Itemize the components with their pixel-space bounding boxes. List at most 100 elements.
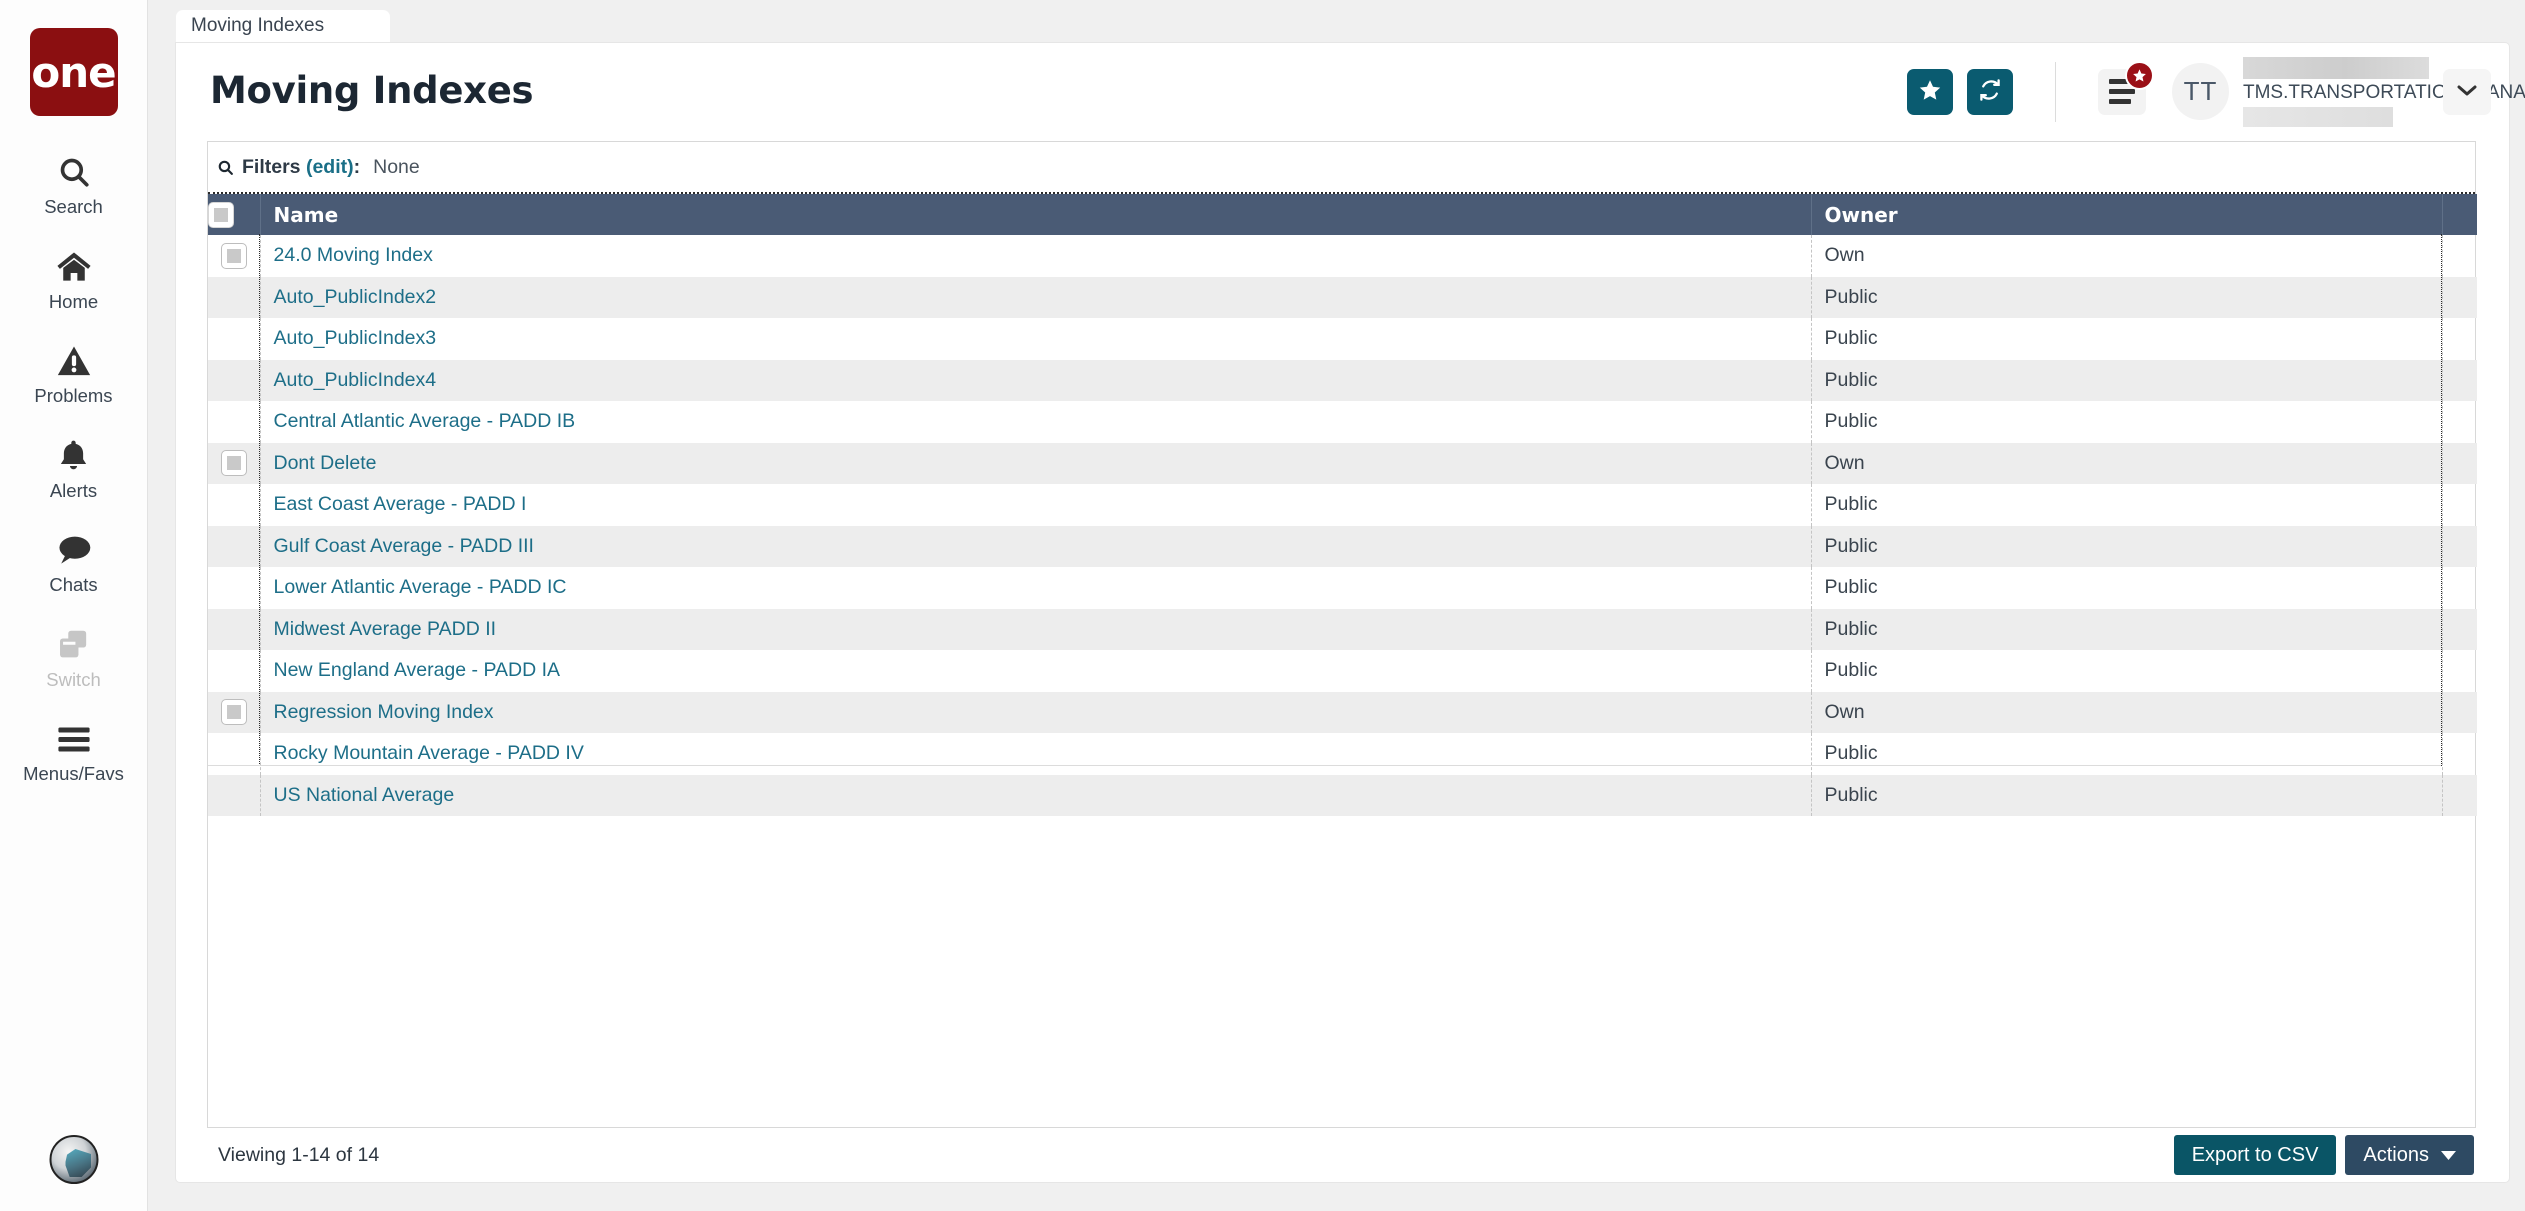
sidebar-item-problems[interactable]: Problems [0,325,147,420]
filters-colon: : [353,155,361,178]
tab-label: Moving Indexes [191,15,325,36]
table-row: US National Average Public [208,774,2477,816]
user-info-block: TMS.TRANSPORTATION_MANAGER [2243,56,2525,127]
refresh-button[interactable] [1967,68,2013,115]
search-icon [52,152,96,192]
index-link[interactable]: East Coast Average - PADD I [274,493,527,515]
cell-owner: Own [1811,235,2443,277]
sidebar-item-alerts[interactable]: Alerts [0,420,147,515]
index-link[interactable]: New England Average - PADD IA [274,659,561,681]
refresh-icon [1978,78,2002,105]
index-link[interactable]: Auto_PublicIndex2 [274,286,437,308]
table-row: Rocky Mountain Average - PADD IV Public [208,733,2477,775]
sidebar-item-home[interactable]: Home [0,231,147,326]
table-row: Gulf Coast Average - PADD III Public [208,525,2477,568]
sidebar-item-search[interactable]: Search [0,136,147,231]
select-all-checkbox[interactable] [208,201,234,228]
export-to-csv-label: Export to CSV [2191,1143,2319,1166]
cell-spacer [2442,526,2477,568]
favorite-button[interactable] [1907,68,1953,115]
index-link[interactable]: Midwest Average PADD II [274,618,497,640]
cell-owner: Public [1811,608,2443,650]
row-checkbox[interactable] [220,699,247,726]
header-divider [2055,61,2056,122]
pagination-summary: Viewing 1-14 of 14 [218,1143,380,1166]
column-header-owner[interactable]: Owner [1811,194,2443,235]
row-select-cell [208,650,261,692]
filters-value: None [373,155,420,178]
cell-owner: Public [1811,525,2443,567]
index-link[interactable]: US National Average [274,784,455,806]
left-nav-rail: one Search Home Problems Alerts Chats Sw… [0,0,148,1211]
user-menu-button[interactable] [2443,68,2491,115]
one-network-logo[interactable]: one [29,28,118,116]
rail-item-list: Search Home Problems Alerts Chats Switch… [0,136,147,798]
tab-moving-indexes[interactable]: Moving Indexes [176,10,390,44]
table-right-rule [2441,234,2442,766]
actions-label: Actions [2363,1143,2429,1166]
table-row: Lower Atlantic Average - PADD IC Public [208,567,2477,609]
cell-name: East Coast Average - PADD I [260,484,1812,526]
sidebar-item-label: Chats [49,574,98,595]
cell-name: Dont Delete [260,442,1812,484]
row-select-cell [208,235,261,277]
cell-spacer [2442,401,2477,443]
select-all-header [208,194,261,235]
index-link[interactable]: Regression Moving Index [274,701,494,723]
cell-spacer [2442,567,2477,609]
row-checkbox[interactable] [220,242,247,269]
table-body: 24.0 Moving Index Own Auto_PublicIndex2 Pub… [208,235,2477,816]
cell-spacer [2442,318,2477,360]
user-avatar-initials[interactable]: TT [2172,63,2229,120]
page-title: Moving Indexes [210,69,534,112]
sidebar-item-label: Menus/Favs [23,763,124,784]
sidebar-item-switch[interactable]: Switch [0,609,147,704]
index-link[interactable]: Central Atlantic Average - PADD IB [274,410,576,432]
index-link[interactable]: Gulf Coast Average - PADD III [274,535,534,557]
table-header-row: Name Owner [208,194,2477,235]
sidebar-item-chats[interactable]: Chats [0,514,147,609]
cell-name: 24.0 Moving Index [260,235,1812,277]
cell-spacer [2442,733,2477,775]
row-select-cell [208,318,261,360]
row-select-cell [208,484,261,526]
cell-name: Regression Moving Index [260,691,1812,733]
sidebar-item-label: Switch [46,668,101,690]
table-bottom-rule [208,765,2441,766]
cell-name: Midwest Average PADD II [260,608,1812,650]
row-select-cell [208,733,261,775]
table-footer: Viewing 1-14 of 14 Export to CSV Actions [207,1128,2476,1182]
export-to-csv-button[interactable]: Export to CSV [2173,1135,2337,1175]
filters-label: Filters [242,155,301,178]
table-row: Auto_PublicIndex4 Public [208,359,2477,401]
cell-owner: Public [1811,318,2443,360]
sidebar-item-label: Problems [34,385,113,406]
avatar[interactable] [49,1135,98,1184]
cell-owner: Public [1811,733,2443,775]
index-link[interactable]: Rocky Mountain Average - PADD IV [274,742,584,764]
table-container: Name Owner 24.0 Moving Index Own Auto_Publ… [208,192,2477,816]
actions-button[interactable]: Actions [2345,1135,2474,1175]
sidebar-item-menus-favs[interactable]: Menus/Favs [0,703,147,798]
bell-icon [52,436,96,476]
index-link[interactable]: Dont Delete [274,452,377,474]
index-link[interactable]: Auto_PublicIndex4 [274,369,437,391]
index-link[interactable]: 24.0 Moving Index [274,244,433,266]
row-checkbox[interactable] [220,450,247,477]
switch-windows-icon [52,625,96,665]
caret-down-icon [2441,1148,2456,1163]
row-select-cell [208,691,261,733]
table-row: 24.0 Moving Index Own [208,235,2477,277]
menu-favorites-button[interactable] [2098,60,2154,115]
cell-name: Rocky Mountain Average - PADD IV [260,733,1812,775]
cell-spacer [2442,443,2477,485]
index-link[interactable]: Auto_PublicIndex3 [274,327,437,349]
page-header: Moving Indexes TT TMS.TRANSPORTATION_MAN… [176,43,2525,140]
column-header-spacer [2442,194,2477,235]
column-header-name[interactable]: Name [260,194,1812,235]
table-row: East Coast Average - PADD I Public [208,484,2477,526]
index-link[interactable]: Lower Atlantic Average - PADD IC [274,576,567,598]
row-select-cell [208,359,261,401]
filters-edit-link[interactable]: (edit) [306,156,354,179]
table-row: Auto_PublicIndex3 Public [208,318,2477,360]
